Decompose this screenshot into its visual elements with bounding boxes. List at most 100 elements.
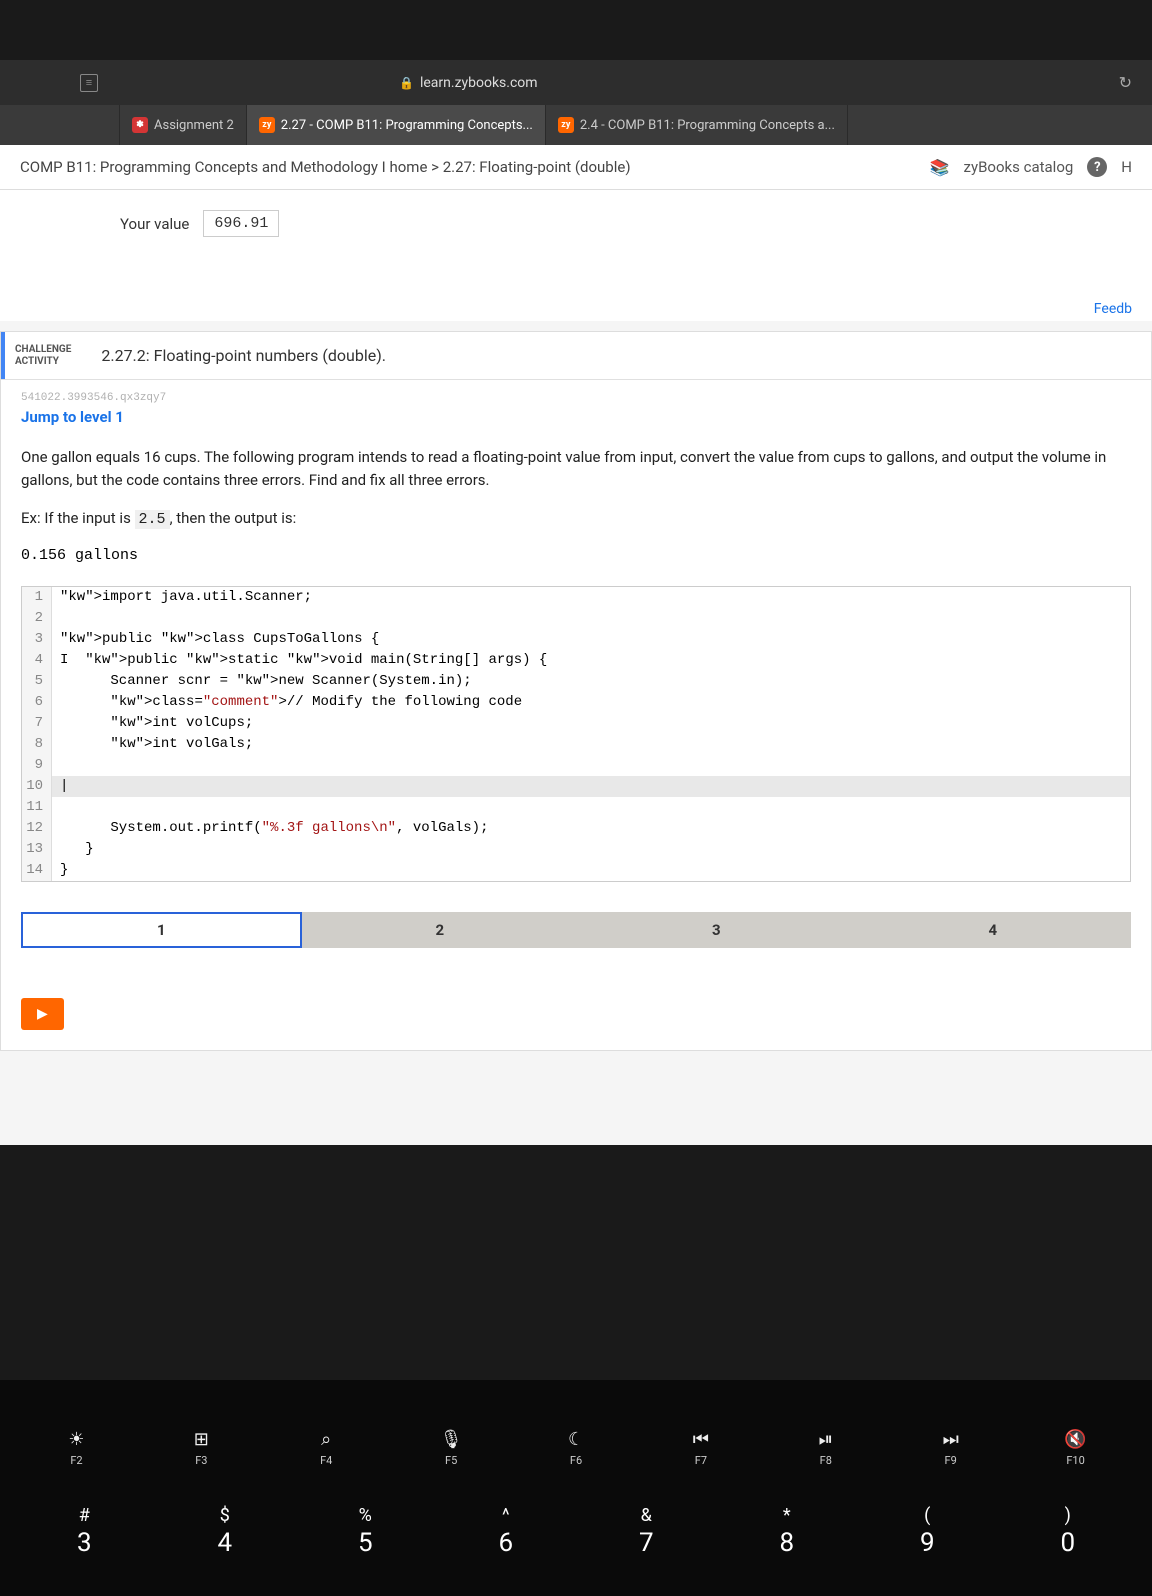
key-f2: ☀F2 [20,1420,133,1476]
line-number: 2 [22,608,52,629]
key-number: 6 [498,1528,513,1558]
line-content[interactable] [52,755,1130,776]
key-label: F7 [695,1454,707,1467]
key-icon: ⏭ [943,1429,959,1450]
line-content[interactable]: } [52,839,1130,860]
breadcrumb-text[interactable]: COMP B11: Programming Concepts and Metho… [20,158,631,176]
physical-keyboard: ☀F2⊞F3⌕F4🎙F5☾F6⏮F7⏯F8⏭F9🔇F10 #3$4%5^6&7*… [0,1380,1152,1596]
key-5: %5 [301,1496,430,1566]
lock-icon: 🔒 [399,76,414,90]
section-id: 541022.3993546.qx3zqy7 [1,380,1151,408]
tab-other[interactable]: zy 2.4 - COMP B11: Programming Concepts … [546,105,848,145]
code-line[interactable]: 10| [22,776,1130,797]
key-label: F6 [570,1454,582,1467]
check-button[interactable]: ▶ [21,998,64,1030]
line-number: 6 [22,692,52,713]
line-number: 10 [22,776,52,797]
line-number: 4 [22,650,52,671]
catalog-label[interactable]: zyBooks catalog [964,158,1074,176]
key-3: #3 [20,1496,149,1566]
key-label: F10 [1066,1454,1084,1467]
level-box-1[interactable]: 1 [21,912,302,948]
challenge-header: CHALLENGE ACTIVITY 2.27.2: Floating-poin… [1,332,1151,380]
line-content[interactable]: | [52,776,1130,797]
feedback-link[interactable]: Feedb [0,297,1152,321]
key-icon: 🔇 [1064,1429,1086,1450]
key-icon: ⏮ [693,1429,709,1450]
code-line[interactable]: 6 "kw">class="comment">// Modify the fol… [22,692,1130,713]
line-content[interactable]: "kw">int volGals; [52,734,1130,755]
notes-icon[interactable]: ≡ [80,74,98,92]
code-line[interactable]: 2 [22,608,1130,629]
tab-spacer [0,105,120,145]
key-label: F5 [445,1454,457,1467]
key-0: )0 [1004,1496,1133,1566]
problem-paragraph-1: One gallon equals 16 cups. The following… [1,442,1151,503]
code-line[interactable]: 7 "kw">int volCups; [22,713,1130,734]
key-4: $4 [161,1496,290,1566]
level-box-3[interactable]: 3 [578,912,855,948]
example-output: 0.156 gallons [1,541,1151,578]
key-number: 7 [639,1528,654,1558]
line-number: 8 [22,734,52,755]
level-box-2[interactable]: 2 [302,912,579,948]
line-content[interactable]: "kw">import java.util.Scanner; [52,587,1130,608]
code-line[interactable]: 1"kw">import java.util.Scanner; [22,587,1130,608]
code-line[interactable]: 8 "kw">int volGals; [22,734,1130,755]
key-label: F4 [320,1454,332,1467]
code-editor[interactable]: 1"kw">import java.util.Scanner;23"kw">pu… [21,586,1131,882]
catalog-icon[interactable]: 📚 [930,158,950,177]
canvas-icon: ✽ [132,117,148,133]
help-icon[interactable]: ? [1087,157,1107,177]
reload-icon[interactable]: ↻ [1119,73,1132,92]
your-value-code: 696.91 [203,210,279,237]
key-number: 3 [77,1528,92,1558]
code-line[interactable]: 12 System.out.printf("%.3f gallons\n", v… [22,818,1130,839]
key-symbol: * [783,1505,791,1526]
line-content[interactable]: System.out.printf("%.3f gallons\n", volG… [52,818,1130,839]
key-label: F8 [820,1454,832,1467]
key-icon: ⏯ [819,1429,833,1450]
page-content: COMP B11: Programming Concepts and Metho… [0,145,1152,1145]
zybooks-icon: zy [259,117,275,133]
key-8: *8 [723,1496,852,1566]
line-content[interactable]: "kw">int volCups; [52,713,1130,734]
key-number: 9 [920,1528,935,1558]
line-content[interactable]: "kw">class="comment">// Modify the follo… [52,692,1130,713]
tab-label: Assignment 2 [154,118,234,133]
key-7: &7 [582,1496,711,1566]
code-line[interactable]: 3"kw">public "kw">class CupsToGallons { [22,629,1130,650]
code-line[interactable]: 14} [22,860,1130,881]
line-content[interactable] [52,608,1130,629]
code-line[interactable]: 13 } [22,839,1130,860]
key-symbol: # [79,1505,90,1526]
help-text[interactable]: H [1121,158,1132,176]
url-display[interactable]: 🔒 learn.zybooks.com [399,75,538,91]
line-content[interactable]: Scanner scnr = "kw">new Scanner(System.i… [52,671,1130,692]
browser-tabs: ✽ Assignment 2 zy 2.27 - COMP B11: Progr… [0,105,1152,145]
line-content[interactable]: I "kw">public "kw">static "kw">void main… [52,650,1130,671]
line-number: 12 [22,818,52,839]
line-content[interactable]: "kw">public "kw">class CupsToGallons { [52,629,1130,650]
line-content[interactable] [52,797,1130,818]
your-value-label: Your value [120,215,189,233]
code-line[interactable]: 11 [22,797,1130,818]
key-number: 4 [217,1528,232,1558]
code-line[interactable]: 5 Scanner scnr = "kw">new Scanner(System… [22,671,1130,692]
code-line[interactable]: 4I "kw">public "kw">static "kw">void mai… [22,650,1130,671]
code-line[interactable]: 9 [22,755,1130,776]
key-f6: ☾ F6 [520,1420,633,1476]
tab-assignment[interactable]: ✽ Assignment 2 [120,105,247,145]
tab-current[interactable]: zy 2.27 - COMP B11: Programming Concepts… [247,105,546,145]
line-content[interactable]: } [52,860,1130,881]
key-symbol: ) [1065,1505,1071,1526]
jump-to-level-link[interactable]: Jump to level 1 [1,408,1151,442]
level-box-4[interactable]: 4 [855,912,1132,948]
key-f9: ⏭ F9 [894,1420,1007,1476]
key-label: F9 [945,1454,957,1467]
key-icon: ☾ [568,1429,584,1450]
line-number: 7 [22,713,52,734]
breadcrumb-bar: COMP B11: Programming Concepts and Metho… [0,145,1152,190]
line-number: 3 [22,629,52,650]
key-f3: ⊞F3 [145,1420,258,1476]
